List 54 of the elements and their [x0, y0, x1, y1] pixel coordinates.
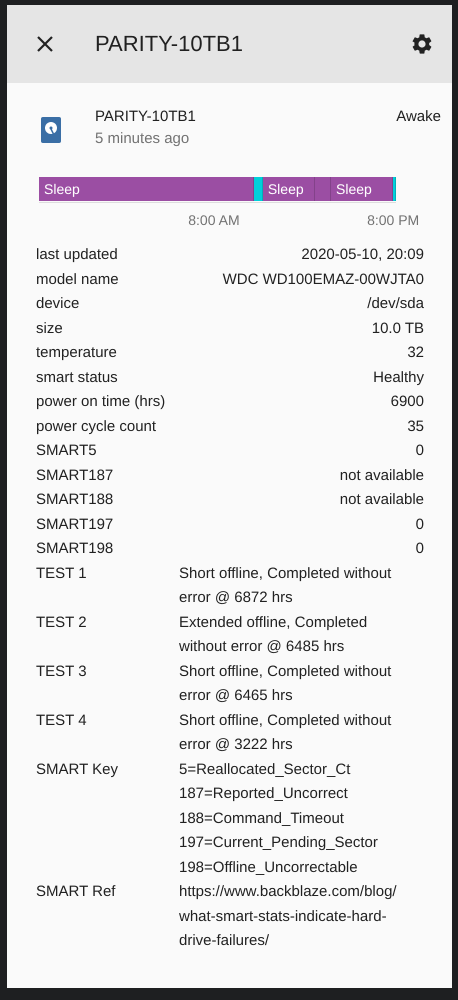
attribute-value: 10.0 TB	[372, 318, 424, 338]
attribute-value: /dev/sda	[367, 294, 424, 314]
attribute-value: 2020-05-10, 20:09	[301, 245, 424, 265]
entity-name: PARITY-10TB1	[95, 107, 197, 127]
axis-tick-label: 8:00 PM	[367, 212, 420, 228]
attribute-label: TEST 3	[36, 662, 88, 682]
attribute-value: WDC WD100EMAZ-00WJTA0	[222, 270, 424, 290]
attribute-label: TEST 2	[36, 612, 88, 632]
attribute-value: Short offline, Completed without error @ 6872 hrs	[179, 564, 392, 608]
entity-state: Awake	[396, 107, 441, 127]
attribute-value: 187=Reported_Uncorrect	[179, 784, 349, 804]
attribute-label: SMART5	[36, 441, 97, 461]
attribute-label: power cycle count	[36, 416, 156, 436]
close-button[interactable]	[35, 34, 55, 54]
attribute-label: SMART197	[36, 514, 114, 534]
dialog-title: PARITY-10TB1	[95, 31, 244, 57]
attribute-value: not available	[340, 490, 424, 510]
attribute-value: 0	[416, 539, 424, 559]
attribute-value: 0	[416, 441, 424, 461]
attribute-value: 32	[407, 343, 424, 363]
attribute-value: Short offline, Completed without error @ 6465 hrs	[179, 662, 392, 706]
attribute-value: 188=Command_Timeout	[179, 808, 345, 828]
attribute-label: power on time (hrs)	[36, 392, 166, 412]
attribute-label: SMART187	[36, 466, 114, 486]
attribute-value: 35	[407, 416, 424, 436]
attribute-label: SMART Ref	[36, 882, 116, 902]
attribute-value: 198=Offline_Uncorrectable	[179, 858, 359, 878]
attribute-value: 197=Current_Pending_Sector	[179, 833, 378, 853]
attribute-label: SMART Key	[36, 760, 119, 780]
attribute-label: temperature	[36, 343, 117, 363]
axis-tick-label: 8:00 AM	[188, 212, 240, 228]
attribute-label: TEST 1	[36, 564, 88, 584]
attribute-value: 6900	[390, 392, 424, 412]
last-changed-time: 5 minutes ago	[95, 129, 190, 149]
settings-button[interactable]	[410, 32, 434, 56]
attribute-value: 0	[416, 514, 424, 534]
attribute-label: size	[36, 318, 63, 338]
attribute-label: SMART188	[36, 490, 114, 510]
attribute-label: device	[36, 294, 80, 314]
attribute-value: Extended offline, Completed without error @ 6485 hrs	[179, 612, 368, 657]
attribute-value: Healthy	[373, 368, 424, 388]
timeline-segment: Sleep	[39, 177, 254, 201]
attribute-value: 5=Reallocated_Sector_Ct	[179, 760, 352, 780]
attribute-value: not available	[340, 466, 424, 486]
attribute-label: model name	[36, 270, 119, 290]
attribute-value: https://www.backblaze.com/blog/what-smart-stats-indicate-hard-drive-failures/	[179, 882, 398, 951]
timeline-segment: Sleep	[331, 177, 394, 201]
attribute-label: SMART198	[36, 539, 114, 559]
attribute-label: TEST 4	[36, 710, 88, 730]
attribute-label: smart status	[36, 368, 118, 388]
hard-drive-icon	[41, 117, 61, 143]
timeline-segment: Sleep	[262, 177, 315, 201]
attribute-value: Short offline, Completed without error @ 3222 hrs	[179, 710, 392, 755]
attribute-label: last updated	[36, 245, 118, 265]
